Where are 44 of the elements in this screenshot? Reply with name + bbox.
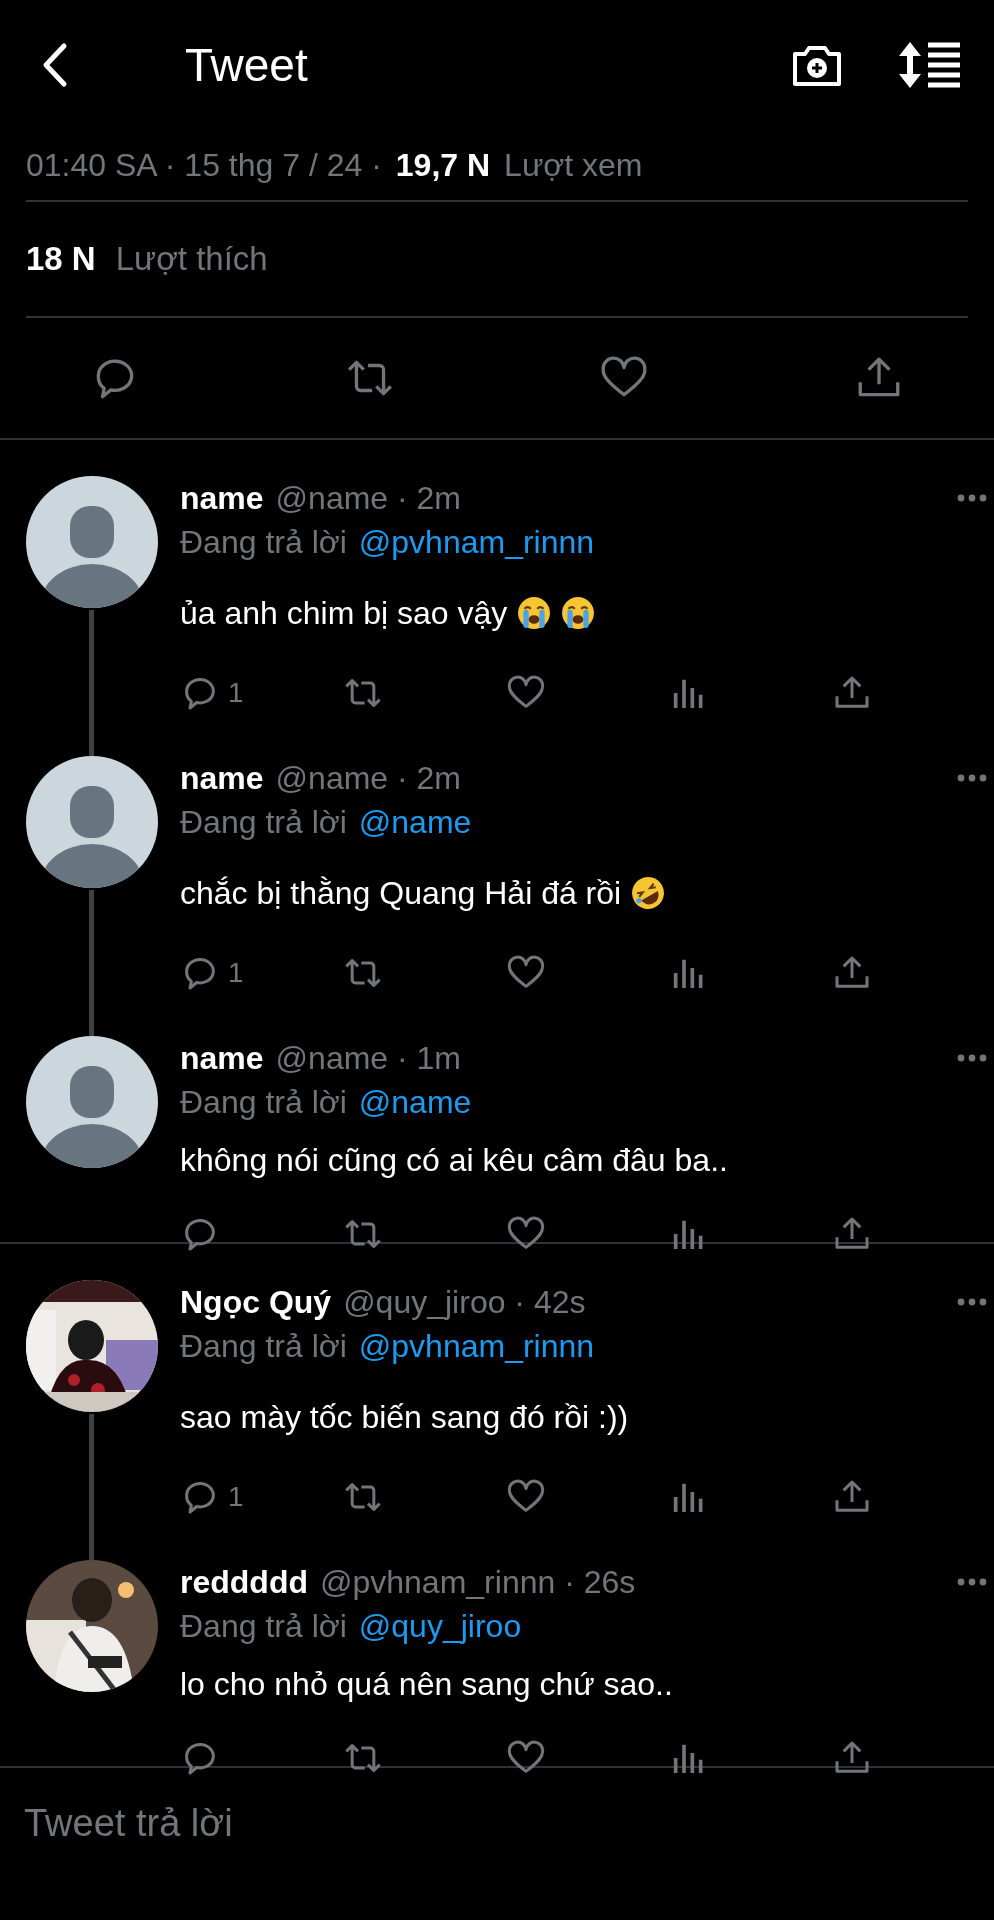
mention-link[interactable]: @name [358,803,472,841]
tweet-time: 01:40 SA · 15 thg 7 / 24 · [26,146,382,184]
replying-label: Đang trả lời [180,1083,347,1121]
mention-link[interactable]: @pvhnam_rinnn [358,523,595,561]
reply-text: lo cho nhỏ quá nên sang chứ sao.. [180,1665,673,1703]
reply-text: ủa anh chim bị sao vậy [180,594,508,632]
more-icon[interactable] [957,1054,987,1062]
user-handle: @pvhnam_rinnn · 26s [320,1563,636,1601]
user-name[interactable]: name [180,1039,264,1077]
reply-count: 1 [228,957,244,989]
user-name[interactable]: name [180,759,264,797]
mention-link[interactable]: @quy_jiroo [358,1607,522,1645]
likes-label: Lượt thích [115,240,268,278]
replying-label: Đang trả lời [180,523,347,561]
mention-link[interactable]: @pvhnam_rinnn [358,1327,595,1365]
views-count: 19,7 N [395,146,491,184]
replying-label: Đang trả lời [180,1607,347,1645]
more-icon[interactable] [957,1298,987,1306]
views-label: Lượt xem [504,146,643,184]
laughing-face-icon [631,876,666,910]
crying-face-icon [561,596,596,630]
user-handle: @name · 1m [275,1039,461,1077]
user-handle: @name · 2m [275,479,461,517]
reply-count: 1 [228,1481,244,1513]
more-icon[interactable] [957,494,987,502]
replying-label: Đang trả lời [180,1327,347,1365]
reply-text: không nói cũng có ai kêu câm đâu ba.. [180,1141,728,1179]
reply-count: 1 [228,677,244,709]
user-name[interactable]: Ngọc Quý [180,1283,332,1321]
crying-face-icon [517,596,552,630]
likes-count: 18 N [26,240,96,278]
user-handle: @quy_jiroo · 42s [343,1283,586,1321]
page-title: Tweet [185,38,308,92]
more-icon[interactable] [957,774,987,782]
sort-icon[interactable] [898,40,962,90]
more-icon[interactable] [957,1578,987,1586]
mention-link[interactable]: @name [358,1083,472,1121]
reply-text: sao mày tốc biến sang đó rồi :)) [180,1398,629,1436]
replying-label: Đang trả lời [180,803,347,841]
reply-text: chắc bị thằng Quang Hải đá rồi [180,874,622,912]
user-name[interactable]: reddddd [180,1563,308,1601]
reply-input-field[interactable]: Tweet trả lời [22,1801,972,1846]
user-name[interactable]: name [180,479,264,517]
user-handle: @name · 2m [275,759,461,797]
